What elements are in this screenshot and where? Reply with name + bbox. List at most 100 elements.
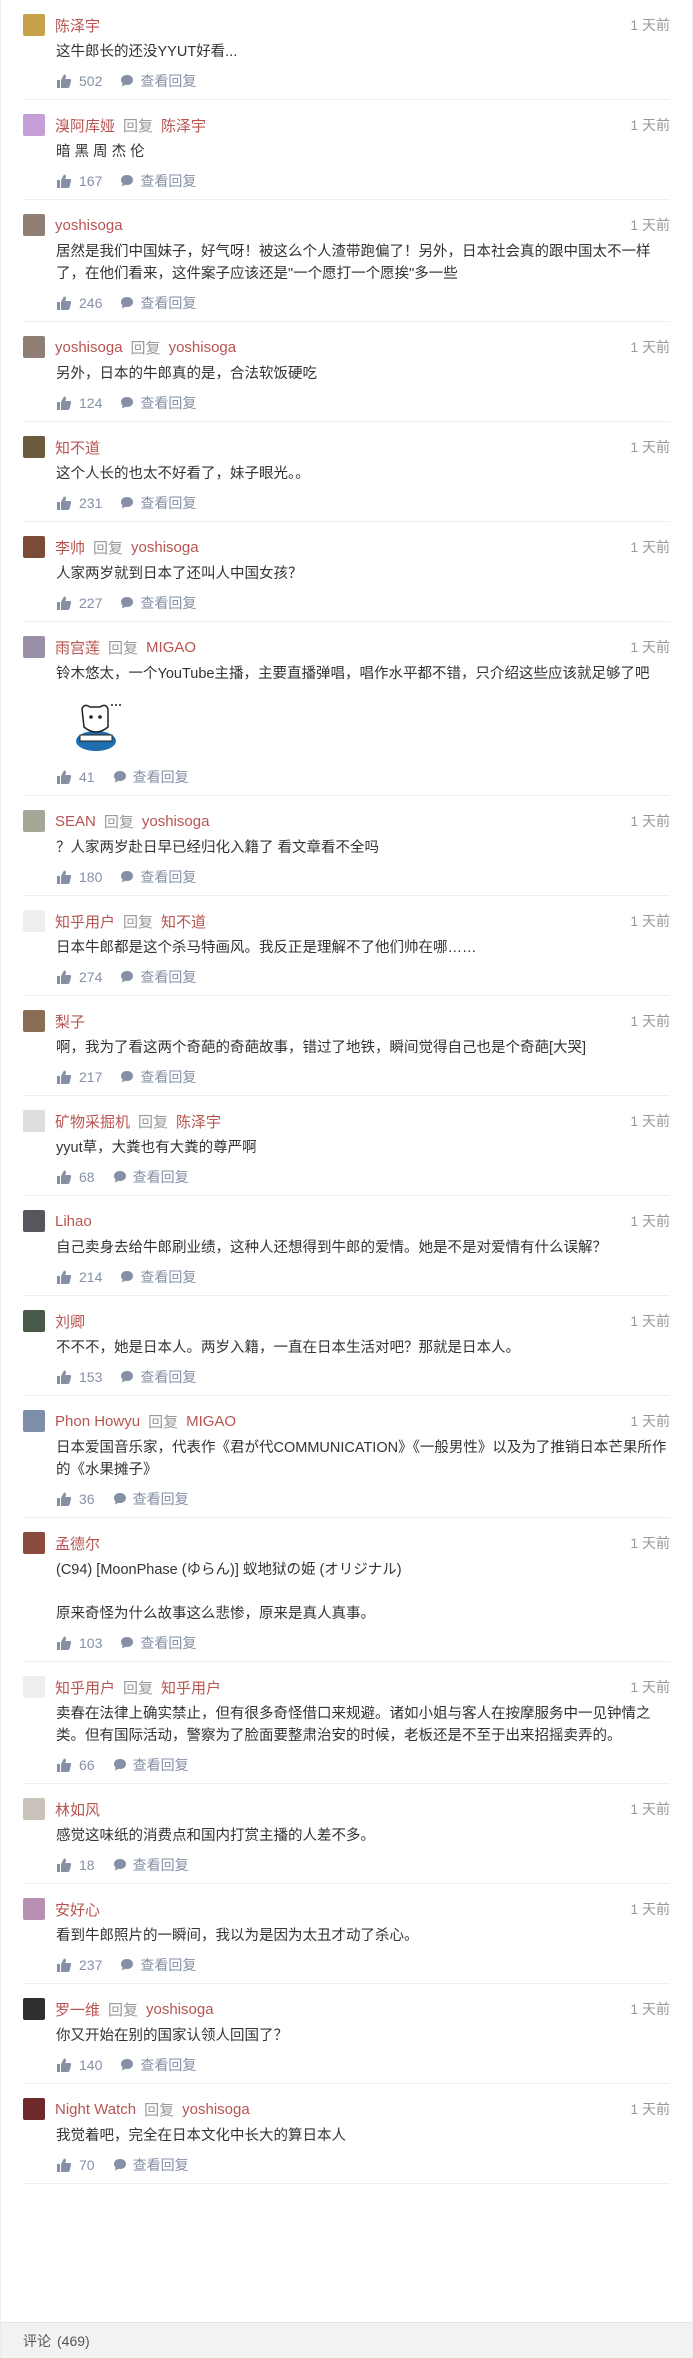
- like-button[interactable]: 180: [56, 869, 120, 885]
- view-replies-button[interactable]: 查看回复: [120, 171, 196, 191]
- like-button[interactable]: 217: [56, 1069, 120, 1085]
- view-replies-button[interactable]: 查看回复: [113, 2155, 189, 2175]
- reply-to-username-link[interactable]: yoshisoga: [182, 2101, 250, 2118]
- view-replies-button[interactable]: 查看回复: [120, 1067, 196, 1087]
- view-replies-button[interactable]: 查看回复: [113, 767, 189, 787]
- view-replies-button[interactable]: 查看回复: [120, 71, 196, 91]
- username-link[interactable]: 雨宫莲: [55, 637, 100, 658]
- username-link[interactable]: 矿物采掘机: [55, 1111, 130, 1132]
- username-link[interactable]: 知不道: [55, 437, 100, 458]
- comment-actions: 153 查看回复: [56, 1359, 670, 1395]
- like-button[interactable]: 167: [56, 173, 120, 189]
- reply-to-username-link[interactable]: 知不道: [161, 911, 206, 932]
- reply-to-username-link[interactable]: yoshisoga: [169, 339, 237, 356]
- reply-to-username-link[interactable]: 陈泽宇: [176, 1111, 221, 1132]
- username-link[interactable]: 刘卿: [55, 1311, 85, 1332]
- username-link[interactable]: yoshisoga: [55, 339, 123, 356]
- avatar[interactable]: [23, 2098, 45, 2120]
- like-button[interactable]: 66: [56, 1757, 113, 1773]
- username-link[interactable]: 溴阿库娅: [55, 115, 115, 136]
- comment-header: 罗一维 回复 yoshisoga 1 天前: [23, 1997, 670, 2021]
- view-replies-button[interactable]: 查看回复: [120, 1367, 196, 1387]
- username-link[interactable]: 知乎用户: [55, 911, 115, 932]
- comment-paragraph: 这个人长的也太不好看了，妹子眼光。。: [56, 466, 310, 482]
- like-button[interactable]: 231: [56, 495, 120, 511]
- avatar[interactable]: [23, 810, 45, 832]
- view-replies-button[interactable]: 查看回复: [120, 2055, 196, 2075]
- like-button[interactable]: 502: [56, 73, 120, 89]
- avatar[interactable]: [23, 636, 45, 658]
- view-replies-button[interactable]: 查看回复: [120, 293, 196, 313]
- username-link[interactable]: Phon Howyu: [55, 1413, 140, 1430]
- avatar[interactable]: [23, 14, 45, 36]
- like-button[interactable]: 274: [56, 969, 120, 985]
- view-replies-button[interactable]: 查看回复: [120, 967, 196, 987]
- like-button[interactable]: 36: [56, 1491, 113, 1507]
- view-replies-button[interactable]: 查看回复: [120, 1267, 196, 1287]
- username-link[interactable]: 知乎用户: [55, 1677, 115, 1698]
- view-replies-button[interactable]: 查看回复: [113, 1167, 189, 1187]
- username-link[interactable]: SEAN: [55, 813, 96, 830]
- view-replies-button[interactable]: 查看回复: [120, 867, 196, 887]
- like-button[interactable]: 214: [56, 1269, 120, 1285]
- like-button[interactable]: 41: [56, 769, 113, 785]
- username-link[interactable]: 罗一维: [55, 1999, 100, 2020]
- avatar[interactable]: [23, 1676, 45, 1698]
- like-button[interactable]: 153: [56, 1369, 120, 1385]
- view-replies-button[interactable]: 查看回复: [120, 1633, 196, 1653]
- view-replies-button[interactable]: 查看回复: [120, 493, 196, 513]
- view-replies-button[interactable]: 查看回复: [120, 1955, 196, 1975]
- avatar[interactable]: [23, 436, 45, 458]
- avatar[interactable]: [23, 1898, 45, 1920]
- avatar[interactable]: [23, 1310, 45, 1332]
- comment-count-bar[interactable]: 评论 (469): [1, 2322, 692, 2358]
- reply-to-username-link[interactable]: 知乎用户: [161, 1677, 221, 1698]
- comment-header: 知乎用户 回复 知乎用户 1 天前: [23, 1675, 670, 1699]
- username-link[interactable]: 安好心: [55, 1899, 100, 1920]
- view-replies-button[interactable]: 查看回复: [113, 1489, 189, 1509]
- username-link[interactable]: yoshisoga: [55, 217, 123, 234]
- username-link[interactable]: 林如风: [55, 1799, 100, 1820]
- avatar[interactable]: [23, 910, 45, 932]
- reply-to-username-link[interactable]: 陈泽宇: [161, 115, 206, 136]
- like-button[interactable]: 124: [56, 395, 120, 411]
- comment-actions: 140 查看回复: [56, 2047, 670, 2083]
- avatar[interactable]: [23, 114, 45, 136]
- like-button[interactable]: 227: [56, 595, 120, 611]
- view-replies-button[interactable]: 查看回复: [120, 593, 196, 613]
- avatar[interactable]: [23, 1110, 45, 1132]
- like-button[interactable]: 18: [56, 1857, 113, 1873]
- like-button[interactable]: 140: [56, 2057, 120, 2073]
- username-link[interactable]: Lihao: [55, 1213, 92, 1230]
- like-button[interactable]: 103: [56, 1635, 120, 1651]
- avatar[interactable]: [23, 1210, 45, 1232]
- like-button[interactable]: 68: [56, 1169, 113, 1185]
- avatar[interactable]: [23, 536, 45, 558]
- comment-time: 1 天前: [630, 1313, 670, 1329]
- view-replies-label: 查看回复: [132, 1857, 189, 1873]
- reply-to-username-link[interactable]: yoshisoga: [142, 813, 210, 830]
- avatar[interactable]: [23, 1010, 45, 1032]
- avatar[interactable]: [23, 336, 45, 358]
- comment-item: yoshisoga 1 天前 居然是我们中国妹子，好气呀！被这么个人渣带跑偏了！另外…: [23, 200, 670, 322]
- view-replies-button[interactable]: 查看回复: [113, 1855, 189, 1875]
- username-link[interactable]: Night Watch: [55, 2101, 136, 2118]
- like-button[interactable]: 70: [56, 2157, 113, 2173]
- username-link[interactable]: 孟德尔: [55, 1533, 100, 1554]
- reply-to-username-link[interactable]: yoshisoga: [131, 539, 199, 556]
- view-replies-button[interactable]: 查看回复: [113, 1755, 189, 1775]
- reply-to-username-link[interactable]: MIGAO: [146, 639, 196, 656]
- reply-to-username-link[interactable]: MIGAO: [186, 1413, 236, 1430]
- avatar[interactable]: [23, 1798, 45, 1820]
- avatar[interactable]: [23, 1532, 45, 1554]
- like-button[interactable]: 246: [56, 295, 120, 311]
- reply-to-username-link[interactable]: yoshisoga: [146, 2001, 214, 2018]
- avatar[interactable]: [23, 214, 45, 236]
- avatar[interactable]: [23, 1410, 45, 1432]
- avatar[interactable]: [23, 1998, 45, 2020]
- username-link[interactable]: 陈泽宇: [55, 15, 100, 36]
- username-link[interactable]: 梨子: [55, 1011, 85, 1032]
- view-replies-button[interactable]: 查看回复: [120, 393, 196, 413]
- like-button[interactable]: 237: [56, 1957, 120, 1973]
- username-link[interactable]: 李帅: [55, 537, 85, 558]
